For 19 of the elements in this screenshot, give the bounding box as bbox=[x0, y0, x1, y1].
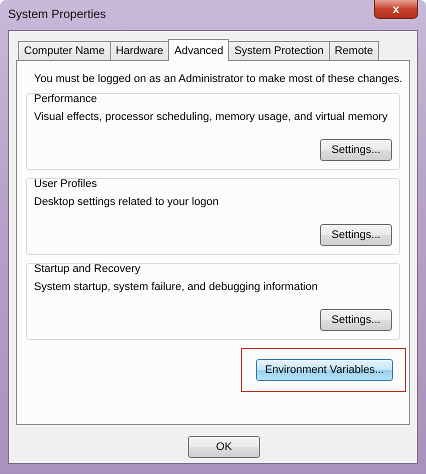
group-description: System startup, system failure, and debugging information bbox=[34, 281, 319, 293]
window-title: System Properties bbox=[8, 7, 106, 21]
environment-variables-button[interactable]: Environment Variables... bbox=[256, 359, 393, 381]
settings-button[interactable]: Settings... bbox=[320, 139, 392, 161]
settings-button[interactable]: Settings... bbox=[320, 309, 392, 331]
group-title: User Profiles bbox=[34, 178, 97, 190]
ok-button[interactable]: OK bbox=[188, 436, 260, 458]
group-description: Desktop settings related to your logon bbox=[34, 196, 220, 208]
notice-text: You must be logged on as an Administrator to make most of these changes. bbox=[34, 73, 400, 85]
tab[interactable]: Hardware bbox=[110, 41, 170, 60]
group-title: Performance bbox=[34, 93, 97, 105]
group-description: Visual effects, processor scheduling, memory usage, and virtual memory bbox=[34, 111, 389, 123]
tab[interactable]: Advanced bbox=[168, 39, 230, 61]
settings-button[interactable]: Settings... bbox=[320, 224, 392, 246]
group-title: Startup and Recovery bbox=[34, 263, 140, 275]
tab[interactable]: Remote bbox=[328, 41, 380, 60]
close-button[interactable]: x bbox=[374, 0, 418, 19]
tab[interactable]: Computer Name bbox=[18, 41, 111, 60]
tab[interactable]: System Protection bbox=[228, 41, 330, 60]
